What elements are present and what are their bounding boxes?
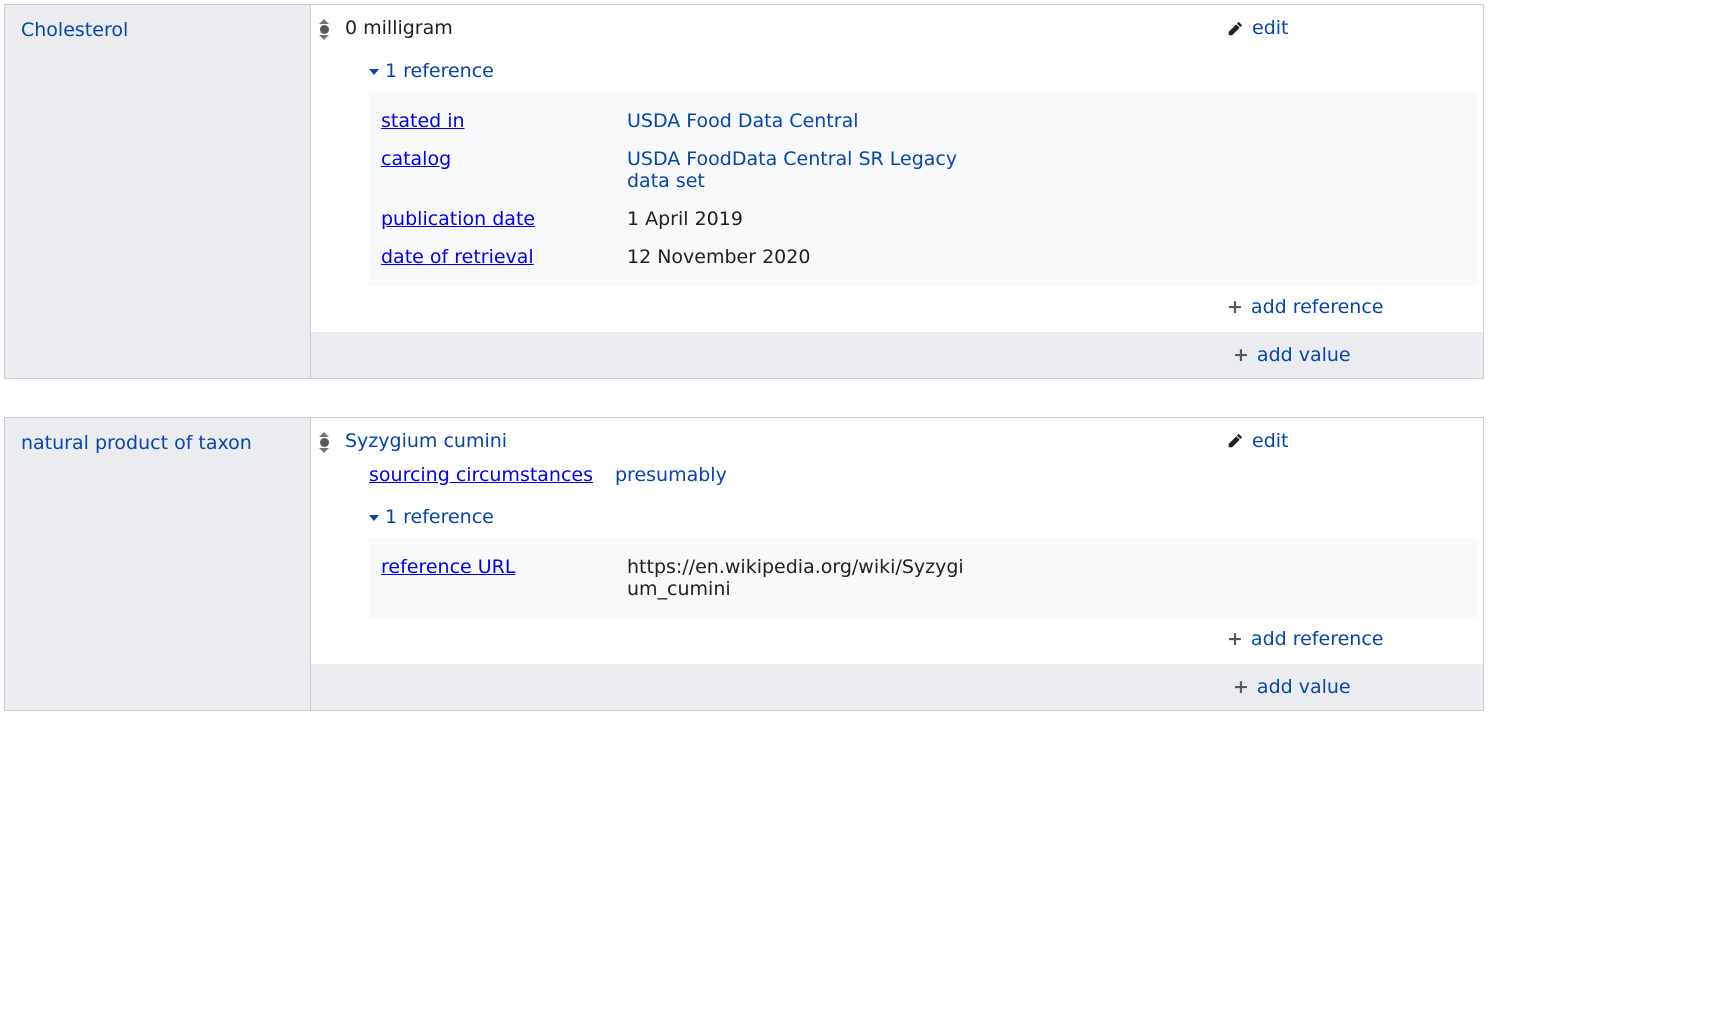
value-text: 0 milligram xyxy=(345,17,453,39)
plus-icon: + xyxy=(1233,676,1249,698)
rank-selector[interactable] xyxy=(311,5,337,332)
reference-block: reference URL https://en.wikipedia.org/w… xyxy=(369,538,1477,618)
plus-icon: + xyxy=(1233,344,1249,366)
reference-row: stated in USDA Food Data Central xyxy=(381,102,1465,140)
references-toggle[interactable]: 1 reference xyxy=(369,506,494,528)
claim-value: 0 milligram xyxy=(345,17,1217,42)
reference-row: reference URL https://en.wikipedia.org/w… xyxy=(381,548,1465,608)
property-link[interactable]: Cholesterol xyxy=(21,19,128,41)
reference-value: 1 April 2019 xyxy=(627,208,743,230)
edit-button[interactable]: edit xyxy=(1227,430,1288,452)
add-value-label: add value xyxy=(1257,676,1351,698)
rank-down-icon xyxy=(319,448,329,453)
chevron-down-icon xyxy=(369,515,379,521)
reference-property[interactable]: reference URL xyxy=(381,556,515,578)
plus-icon: + xyxy=(1227,296,1243,318)
add-reference-button[interactable]: + add reference xyxy=(1227,628,1383,650)
property-label-cell: natural product of taxon xyxy=(5,418,311,711)
rank-normal-icon xyxy=(320,25,329,34)
statement-values: 0 milligram edit 1 reference xyxy=(311,5,1483,378)
reference-row: publication date 1 April 2019 xyxy=(381,200,1465,238)
property-link[interactable]: natural product of taxon xyxy=(21,432,252,454)
references-toggle[interactable]: 1 reference xyxy=(369,60,494,82)
add-reference-button[interactable]: + add reference xyxy=(1227,296,1383,318)
qualifier-property[interactable]: sourcing circumstances xyxy=(369,464,593,486)
add-reference-label: add reference xyxy=(1251,628,1384,650)
reference-property[interactable]: date of retrieval xyxy=(381,246,534,268)
reference-property[interactable]: catalog xyxy=(381,148,451,170)
edit-label: edit xyxy=(1252,17,1288,39)
claim: Syzygium cumini edit sourcing circumst xyxy=(311,418,1483,665)
rank-selector[interactable] xyxy=(311,418,337,665)
statement-group: natural product of taxon Syzygium cumini xyxy=(4,417,1484,712)
qualifier-row: sourcing circumstances presumably xyxy=(369,462,1477,488)
plus-icon: + xyxy=(1227,628,1243,650)
add-value-button[interactable]: + add value xyxy=(1233,676,1351,698)
value-link[interactable]: Syzygium cumini xyxy=(345,430,507,452)
rank-up-icon xyxy=(319,19,329,24)
reference-property[interactable]: publication date xyxy=(381,208,535,230)
reference-value[interactable]: USDA FoodData Central SR Legacy data set xyxy=(627,148,957,192)
reference-value: https://en.wikipedia.org/wiki/Syzygium_c… xyxy=(627,556,964,600)
pencil-icon xyxy=(1227,20,1244,37)
reference-row: catalog USDA FoodData Central SR Legacy … xyxy=(381,140,1465,200)
rank-down-icon xyxy=(319,35,329,40)
add-value-label: add value xyxy=(1257,344,1351,366)
claim-value: Syzygium cumini xyxy=(345,430,1217,455)
pencil-icon xyxy=(1227,432,1244,449)
references-toggle-label: 1 reference xyxy=(385,60,494,82)
qualifiers: sourcing circumstances presumably xyxy=(369,462,1477,488)
edit-button[interactable]: edit xyxy=(1227,17,1288,39)
reference-block: stated in USDA Food Data Central catalog… xyxy=(369,92,1477,286)
claim: 0 milligram edit 1 reference xyxy=(311,5,1483,332)
reference-property[interactable]: stated in xyxy=(381,110,465,132)
rank-up-icon xyxy=(319,432,329,437)
reference-value: 12 November 2020 xyxy=(627,246,810,268)
references-toggle-label: 1 reference xyxy=(385,506,494,528)
add-value-button[interactable]: + add value xyxy=(1233,344,1351,366)
rank-normal-icon xyxy=(320,438,329,447)
reference-row: date of retrieval 12 November 2020 xyxy=(381,238,1465,276)
statement-values: Syzygium cumini edit sourcing circumst xyxy=(311,418,1483,711)
add-reference-label: add reference xyxy=(1251,296,1384,318)
statement-group: Cholesterol 0 milligram xyxy=(4,4,1484,379)
edit-label: edit xyxy=(1252,430,1288,452)
property-label-cell: Cholesterol xyxy=(5,5,311,378)
chevron-down-icon xyxy=(369,69,379,75)
qualifier-value[interactable]: presumably xyxy=(615,464,727,486)
reference-value[interactable]: USDA Food Data Central xyxy=(627,110,859,132)
